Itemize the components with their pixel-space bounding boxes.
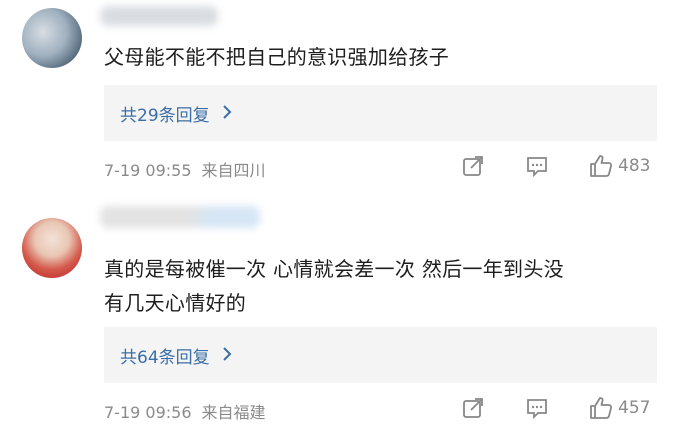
thumbs-up-icon	[588, 395, 614, 421]
like-count: 483	[618, 156, 651, 176]
chevron-right-icon	[222, 103, 232, 124]
username-blurred[interactable]	[100, 206, 260, 228]
comment-location: 来自福建	[201, 403, 266, 422]
comment-meta: 7-19 09:55 来自四川	[104, 157, 266, 181]
comment-text: 真的是每被催一次 心情就会差一次 然后一年到头没 有几天心情好的	[104, 252, 664, 320]
replies-label: 共64条回复	[120, 347, 210, 368]
comment-text-line: 真的是每被催一次 心情就会差一次 然后一年到头没	[104, 257, 564, 281]
like-button[interactable]: 483	[588, 153, 650, 179]
view-replies-button[interactable]: 共64条回复	[104, 327, 657, 383]
share-icon[interactable]	[460, 153, 486, 179]
comment-text: 父母能不能不把自己的意识强加给孩子	[104, 45, 450, 69]
share-icon[interactable]	[460, 395, 486, 421]
comment-date: 7-19 09:56	[104, 403, 192, 422]
comment-location: 来自四川	[201, 161, 266, 180]
comment-text-line: 有几天心情好的	[104, 291, 247, 315]
thumbs-up-icon	[588, 153, 614, 179]
comment-date: 7-19 09:55	[104, 161, 192, 180]
comment-meta: 7-19 09:56 来自福建	[104, 399, 266, 423]
comment-actions: 483	[460, 153, 650, 179]
like-count: 457	[618, 398, 651, 418]
comment-icon[interactable]	[524, 395, 550, 421]
chevron-right-icon	[222, 345, 232, 366]
avatar[interactable]	[22, 218, 82, 278]
comment-icon[interactable]	[524, 153, 550, 179]
view-replies-button[interactable]: 共29条回复	[104, 85, 657, 141]
avatar[interactable]	[22, 8, 82, 68]
like-button[interactable]: 457	[588, 395, 650, 421]
replies-label: 共29条回复	[120, 105, 210, 126]
username-blurred[interactable]	[100, 6, 218, 26]
comment-actions: 457	[460, 395, 650, 421]
